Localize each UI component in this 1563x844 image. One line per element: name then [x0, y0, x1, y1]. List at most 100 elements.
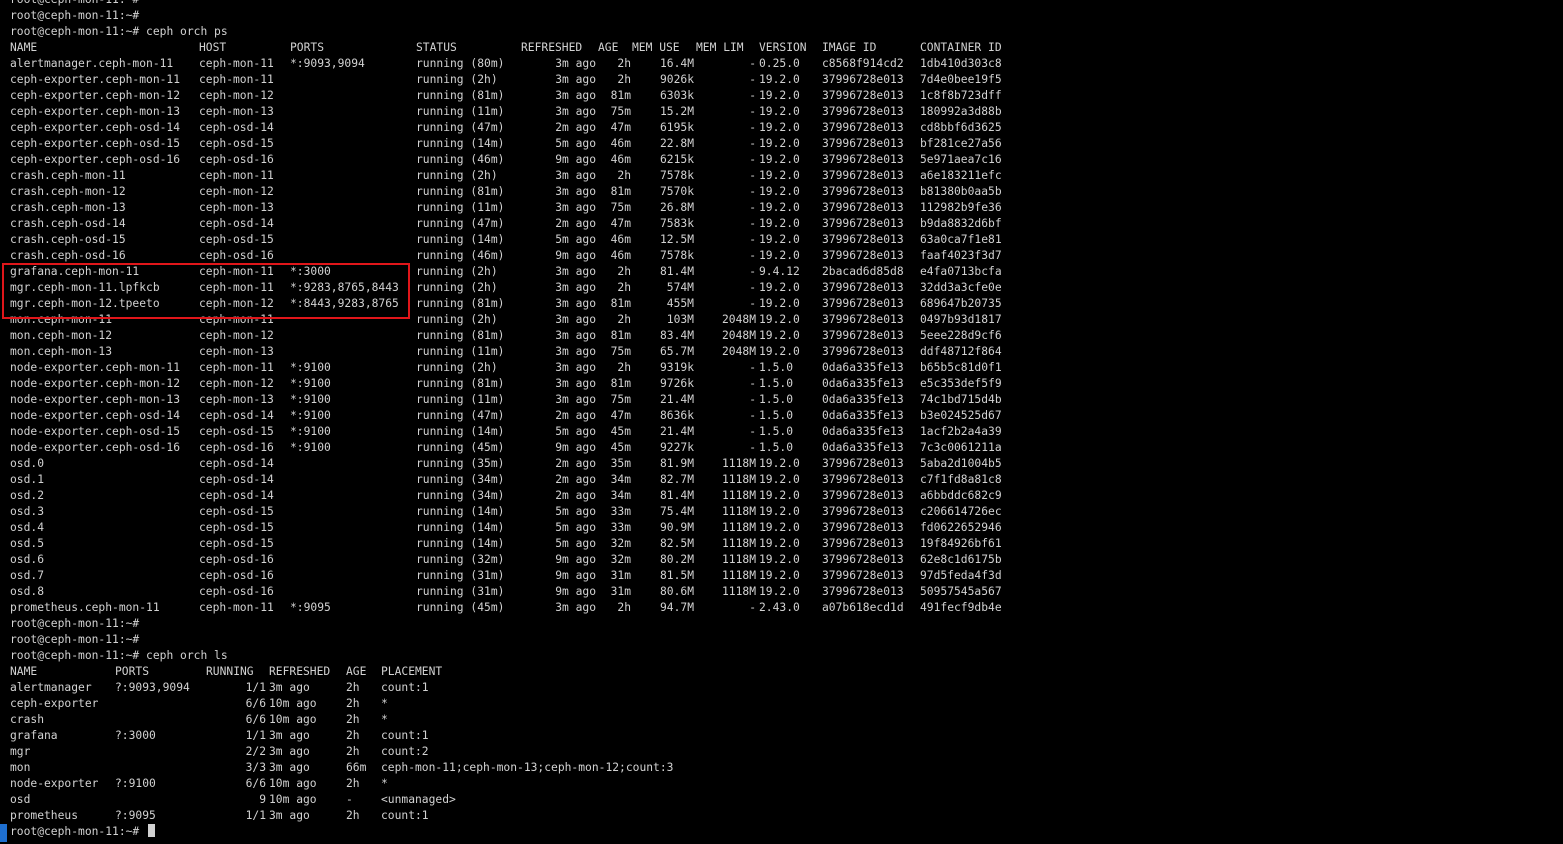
cell-image-id: 2bacad6d85d8 [822, 265, 904, 278]
cell-host: ceph-mon-11 [199, 361, 274, 374]
cell-mem-lim: - [749, 73, 756, 86]
cell-refreshed: 9m ago [555, 249, 596, 262]
cell-image-id: 37996728e013 [822, 73, 904, 86]
terminal-window[interactable]: root@ceph-mon-11:~# root@ceph-mon-11:~# … [0, 0, 1563, 844]
cell-status: running (11m) [416, 393, 505, 406]
cell-container-id: cd8bbf6d3625 [920, 121, 1002, 134]
cell-host: ceph-osd-14 [199, 473, 274, 486]
cell-header-age: AGE [598, 41, 619, 54]
cell-age: 75m [610, 393, 631, 406]
cell-refreshed: 5m ago [555, 137, 596, 150]
cell-mem-use: 12.5M [659, 233, 694, 246]
cell-container-id: bf281ce27a56 [920, 137, 1002, 150]
cell-age: 47m [610, 217, 631, 230]
cell-refreshed: 9m ago [555, 553, 596, 566]
cell-container-id: 7d4e0bee19f5 [920, 73, 1002, 86]
cell-mem-lim: - [749, 185, 756, 198]
cell-version: 19.2.0 [759, 169, 800, 182]
cell-mem-use: 83.4M [659, 329, 694, 342]
cell-mem-lim: - [749, 57, 756, 70]
cell-version: 19.2.0 [759, 233, 800, 246]
cell-age: 46m [610, 153, 631, 166]
cell-age: 81m [610, 329, 631, 342]
cell-status: running (80m) [416, 57, 505, 70]
cell-age: 2h [617, 265, 631, 278]
cell-refreshed: 3m ago [555, 345, 596, 358]
cell-mem-use: 7578k [659, 169, 694, 182]
cell-name: crash.ceph-osd-14 [10, 217, 126, 230]
cell-mem-lim: 1118M [721, 537, 756, 550]
cell-status: running (14m) [416, 505, 505, 518]
cell-status: running (14m) [416, 521, 505, 534]
prompt-line: root@ceph-mon-11:~# [10, 8, 139, 24]
cell-age: 2h [346, 713, 360, 726]
cell-refreshed: 3m ago [555, 185, 596, 198]
cell-version: 19.2.0 [759, 153, 800, 166]
cell-host: ceph-osd-16 [199, 585, 274, 598]
cell-image-id: 37996728e013 [822, 457, 904, 470]
cell-status: running (34m) [416, 473, 505, 486]
cell-status: running (81m) [416, 297, 505, 310]
cell-refreshed: 3m ago [269, 681, 310, 694]
cell-name: alertmanager [10, 681, 92, 694]
cell-running: 1/1 [245, 681, 266, 694]
prompt-line: root@ceph-mon-11:~# [10, 616, 139, 632]
cell-header-version: VERSION [759, 41, 807, 54]
cell-name: ceph-exporter.ceph-mon-12 [10, 89, 181, 102]
cell-host: ceph-osd-16 [199, 569, 274, 582]
cell-version: 19.2.0 [759, 473, 800, 486]
active-prompt-line[interactable]: root@ceph-mon-11:~# [10, 824, 156, 840]
cell-status: running (46m) [416, 249, 505, 262]
cell-running: 6/6 [245, 713, 266, 726]
cell-age: 75m [610, 201, 631, 214]
text-cursor [148, 824, 156, 837]
cell-name: ceph-exporter.ceph-osd-15 [10, 137, 181, 150]
cell-name: ceph-exporter [10, 697, 99, 710]
cell-ports: *:9100 [290, 409, 331, 422]
cell-host: ceph-osd-16 [199, 553, 274, 566]
cell-running: 1/1 [245, 809, 266, 822]
cell-version: 19.2.0 [759, 297, 800, 310]
cell-ports: *:9100 [290, 361, 331, 374]
cell-refreshed: 3m ago [555, 377, 596, 390]
cell-mem-lim: - [749, 601, 756, 614]
cell-ports: ?:9095 [115, 809, 156, 822]
cell-version: 1.5.0 [759, 425, 794, 438]
cell-refreshed: 3m ago [555, 601, 596, 614]
cell-version: 19.2.0 [759, 89, 800, 102]
cell-host: ceph-mon-12 [199, 185, 274, 198]
prompt: root@ceph-mon-11:~# [10, 0, 139, 6]
cell-age: 2h [346, 745, 360, 758]
cell-version: 1.5.0 [759, 377, 794, 390]
cell-age: 47m [610, 121, 631, 134]
cell-name: node-exporter.ceph-mon-12 [10, 377, 181, 390]
cell-mem-use: 90.9M [659, 521, 694, 534]
cell-image-id: 37996728e013 [822, 345, 904, 358]
cell-refreshed: 3m ago [555, 105, 596, 118]
cell-mem-use: 15.2M [659, 105, 694, 118]
cell-ports: *:9100 [290, 441, 331, 454]
cell-host: ceph-osd-15 [199, 233, 274, 246]
highlight-box [2, 263, 410, 319]
cell-container-id: 491fecf9db4e [920, 601, 1002, 614]
cell-age: 34m [610, 489, 631, 502]
cell-status: running (14m) [416, 137, 505, 150]
cell-placement: count:2 [381, 745, 429, 758]
cell-age: 35m [610, 457, 631, 470]
cell-name: prometheus [10, 809, 79, 822]
cell-name: osd.4 [10, 521, 45, 534]
cell-name: osd.3 [10, 505, 45, 518]
cell-mem-use: 16.4M [659, 57, 694, 70]
cell-mem-lim: - [749, 249, 756, 262]
cell-age: 2h [617, 281, 631, 294]
cell-age: 2h [617, 169, 631, 182]
cell-placement: count:1 [381, 729, 429, 742]
cell-status: running (11m) [416, 201, 505, 214]
cell-host: ceph-mon-13 [199, 393, 274, 406]
cell-header-name: NAME [10, 665, 38, 678]
cell-refreshed: 3m ago [269, 745, 310, 758]
cell-refreshed: 3m ago [555, 329, 596, 342]
cell-refreshed: 3m ago [555, 313, 596, 326]
cell-version: 19.2.0 [759, 537, 800, 550]
cell-container-id: 1c8f8b723dff [920, 89, 1002, 102]
